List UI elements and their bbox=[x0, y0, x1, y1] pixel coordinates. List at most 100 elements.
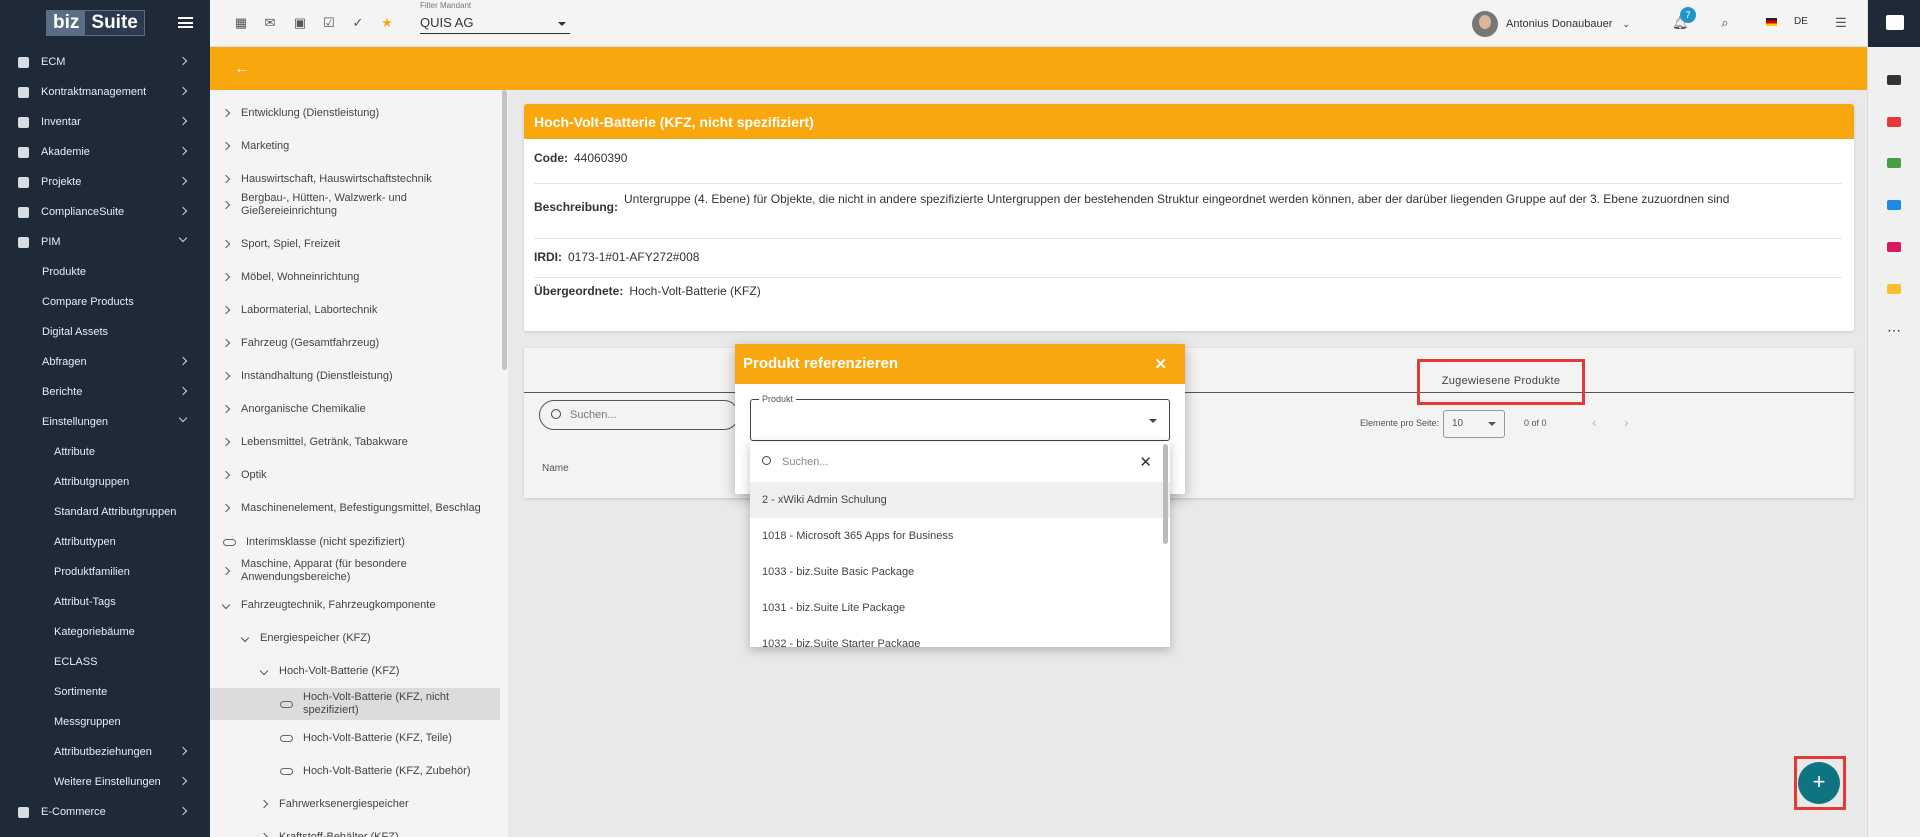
sidebar-item[interactable]: Kontraktmanagement bbox=[0, 77, 210, 107]
chevron-right-icon[interactable] bbox=[221, 470, 231, 480]
sidebar-item[interactable]: Inventar bbox=[0, 107, 210, 137]
prev-page-icon[interactable]: ‹ bbox=[1592, 414, 1597, 430]
chevron-down-icon[interactable] bbox=[259, 666, 269, 676]
tree-item[interactable]: Interimsklasse (nicht spezifiziert) bbox=[210, 535, 500, 549]
tree-item[interactable]: Anorganische Chemikalie bbox=[210, 402, 500, 416]
product-search-input[interactable]: Suchen... bbox=[539, 400, 739, 430]
chevron-right-icon[interactable] bbox=[221, 305, 231, 315]
sidebar-item[interactable]: Weitere Einstellungen bbox=[0, 767, 210, 797]
tree-item[interactable]: Kraftstoff-Behälter (KFZ) bbox=[210, 830, 500, 837]
dropdown-search[interactable]: Suchen... ✕ bbox=[750, 442, 1170, 482]
dropdown-option[interactable]: 1018 - Microsoft 365 Apps for Business bbox=[750, 518, 1170, 554]
chevron-right-icon[interactable] bbox=[221, 174, 231, 184]
chevron-right-icon[interactable] bbox=[259, 832, 269, 837]
sidebar-item[interactable]: ECLASS bbox=[0, 647, 210, 677]
tree-item[interactable]: Fahrwerksenergiespeicher bbox=[210, 797, 500, 811]
tasks-icon[interactable]: ☑ bbox=[322, 16, 336, 30]
video-blue-icon[interactable] bbox=[1887, 200, 1901, 210]
sidebar-item[interactable]: Attribut-Tags bbox=[0, 587, 210, 617]
tree-item[interactable]: Entwicklung (Dienstleistung) bbox=[210, 106, 500, 120]
sidebar-item[interactable]: Kategoriebäume bbox=[0, 617, 210, 647]
chevron-right-icon[interactable] bbox=[221, 141, 231, 151]
dropdown-scrollbar[interactable] bbox=[1163, 444, 1168, 544]
tab-assigned-products[interactable]: Zugewiesene Produkte bbox=[1417, 359, 1585, 405]
sidebar-item[interactable]: PIM bbox=[0, 227, 210, 257]
tree-item[interactable]: Hoch-Volt-Batterie (KFZ, nicht spezifizi… bbox=[210, 688, 500, 720]
contacts-icon[interactable]: ▣ bbox=[293, 16, 307, 30]
sidebar-item[interactable]: Berichte bbox=[0, 377, 210, 407]
per-page-select[interactable]: 10 bbox=[1443, 410, 1505, 438]
sidebar-item[interactable]: Produktfamilien bbox=[0, 557, 210, 587]
tree-item[interactable]: Hoch-Volt-Batterie (KFZ, Teile) bbox=[210, 731, 500, 745]
app-logo[interactable]: biz Suite bbox=[46, 10, 145, 36]
dropdown-search-input[interactable]: Suchen... bbox=[782, 456, 828, 468]
chevron-down-icon[interactable] bbox=[240, 633, 250, 643]
hamburger-menu-icon[interactable] bbox=[178, 17, 193, 28]
column-header-name[interactable]: Name bbox=[542, 463, 569, 474]
tree-item[interactable]: Marketing bbox=[210, 139, 500, 153]
chat-icon[interactable] bbox=[1868, 0, 1920, 47]
sidebar-item[interactable]: Abfragen bbox=[0, 347, 210, 377]
tree-item[interactable]: Instandhaltung (Dienstleistung) bbox=[210, 369, 500, 383]
dropdown-option[interactable]: 1031 - biz.Suite Lite Package bbox=[750, 590, 1170, 626]
chevron-right-icon[interactable] bbox=[221, 108, 231, 118]
tree-item[interactable]: Labormaterial, Labortechnik bbox=[210, 303, 500, 317]
sidebar-item[interactable]: E-Commerce bbox=[0, 797, 210, 827]
chevron-right-icon[interactable] bbox=[221, 437, 231, 447]
video-red-icon[interactable] bbox=[1887, 117, 1901, 127]
clear-icon[interactable]: ✕ bbox=[1139, 453, 1152, 471]
video-icon[interactable] bbox=[1887, 75, 1901, 85]
more-icon[interactable]: ⋯ bbox=[1887, 322, 1901, 339]
user-menu[interactable]: Antonius Donaubauer ⌄ bbox=[1472, 11, 1630, 37]
search-icon[interactable]: ⌕ bbox=[1718, 16, 1732, 30]
dropdown-option[interactable]: 1032 - biz.Suite Starter Package bbox=[750, 626, 1170, 647]
sidebar-item[interactable]: Compare Products bbox=[0, 287, 210, 317]
sidebar-item[interactable]: Attribute bbox=[0, 437, 210, 467]
chevron-down-icon[interactable] bbox=[221, 600, 231, 610]
leaf-node-icon[interactable] bbox=[223, 538, 236, 546]
add-button[interactable]: + bbox=[1798, 762, 1840, 804]
sidebar-item[interactable]: ComplianceSuite bbox=[0, 197, 210, 227]
tree-scrollbar[interactable] bbox=[502, 90, 507, 370]
chevron-right-icon[interactable] bbox=[259, 799, 269, 809]
close-icon[interactable]: ✕ bbox=[1154, 355, 1167, 373]
sidebar-item[interactable]: Attributgruppen bbox=[0, 467, 210, 497]
sidebar-item[interactable]: Einstellungen bbox=[0, 407, 210, 437]
check-icon[interactable]: ✓ bbox=[351, 16, 365, 30]
sidebar-item[interactable]: ECM bbox=[0, 47, 210, 77]
calendar-icon[interactable]: ▦ bbox=[234, 16, 248, 30]
chevron-right-icon[interactable] bbox=[221, 239, 231, 249]
tree-item[interactable]: Sport, Spiel, Freizeit bbox=[210, 237, 500, 251]
product-select[interactable]: Produkt bbox=[750, 394, 1170, 441]
favorites-star-icon[interactable]: ★ bbox=[380, 16, 394, 30]
tree-item[interactable]: Hauswirtschaft, Hauswirtschaftstechnik bbox=[210, 172, 500, 186]
chevron-right-icon[interactable] bbox=[221, 503, 231, 513]
sidebar-item[interactable]: Attributtypen bbox=[0, 527, 210, 557]
sidebar-item[interactable]: Produkte bbox=[0, 257, 210, 287]
tree-item[interactable]: Fahrzeug (Gesamtfahrzeug) bbox=[210, 336, 500, 350]
chevron-right-icon[interactable] bbox=[221, 371, 231, 381]
flag-de-icon[interactable] bbox=[1766, 18, 1777, 26]
chevron-right-icon[interactable] bbox=[221, 338, 231, 348]
tree-item[interactable]: Optik bbox=[210, 468, 500, 482]
video-yellow-icon[interactable] bbox=[1887, 284, 1901, 294]
tree-item[interactable]: Lebensmittel, Getränk, Tabakware bbox=[210, 435, 500, 449]
language-label[interactable]: DE bbox=[1794, 16, 1808, 27]
tree-item[interactable]: Möbel, Wohneinrichtung bbox=[210, 270, 500, 284]
sidebar-item[interactable]: Messgruppen bbox=[0, 707, 210, 737]
back-arrow-icon[interactable]: ← bbox=[234, 60, 250, 78]
filter-mandant-select[interactable]: QUIS AG bbox=[420, 14, 570, 34]
dropdown-option[interactable]: 1033 - biz.Suite Basic Package bbox=[750, 554, 1170, 590]
leaf-node-icon[interactable] bbox=[280, 767, 293, 775]
sidebar-item[interactable]: Digital Assets bbox=[0, 317, 210, 347]
sidebar-item[interactable]: Attributbeziehungen bbox=[0, 737, 210, 767]
chevron-right-icon[interactable] bbox=[221, 404, 231, 414]
tree-item[interactable]: Hoch-Volt-Batterie (KFZ) bbox=[210, 664, 500, 678]
tree-item[interactable]: Maschine, Apparat (für besondere Anwendu… bbox=[210, 555, 500, 587]
tree-item[interactable]: Energiespeicher (KFZ) bbox=[210, 631, 500, 645]
sidebar-item[interactable]: Sortimente bbox=[0, 677, 210, 707]
tree-item[interactable]: Bergbau-, Hütten-, Walzwerk- und Gießere… bbox=[210, 189, 500, 221]
chevron-right-icon[interactable] bbox=[221, 566, 231, 576]
sidebar-item[interactable]: Akademie bbox=[0, 137, 210, 167]
leaf-node-icon[interactable] bbox=[280, 734, 293, 742]
